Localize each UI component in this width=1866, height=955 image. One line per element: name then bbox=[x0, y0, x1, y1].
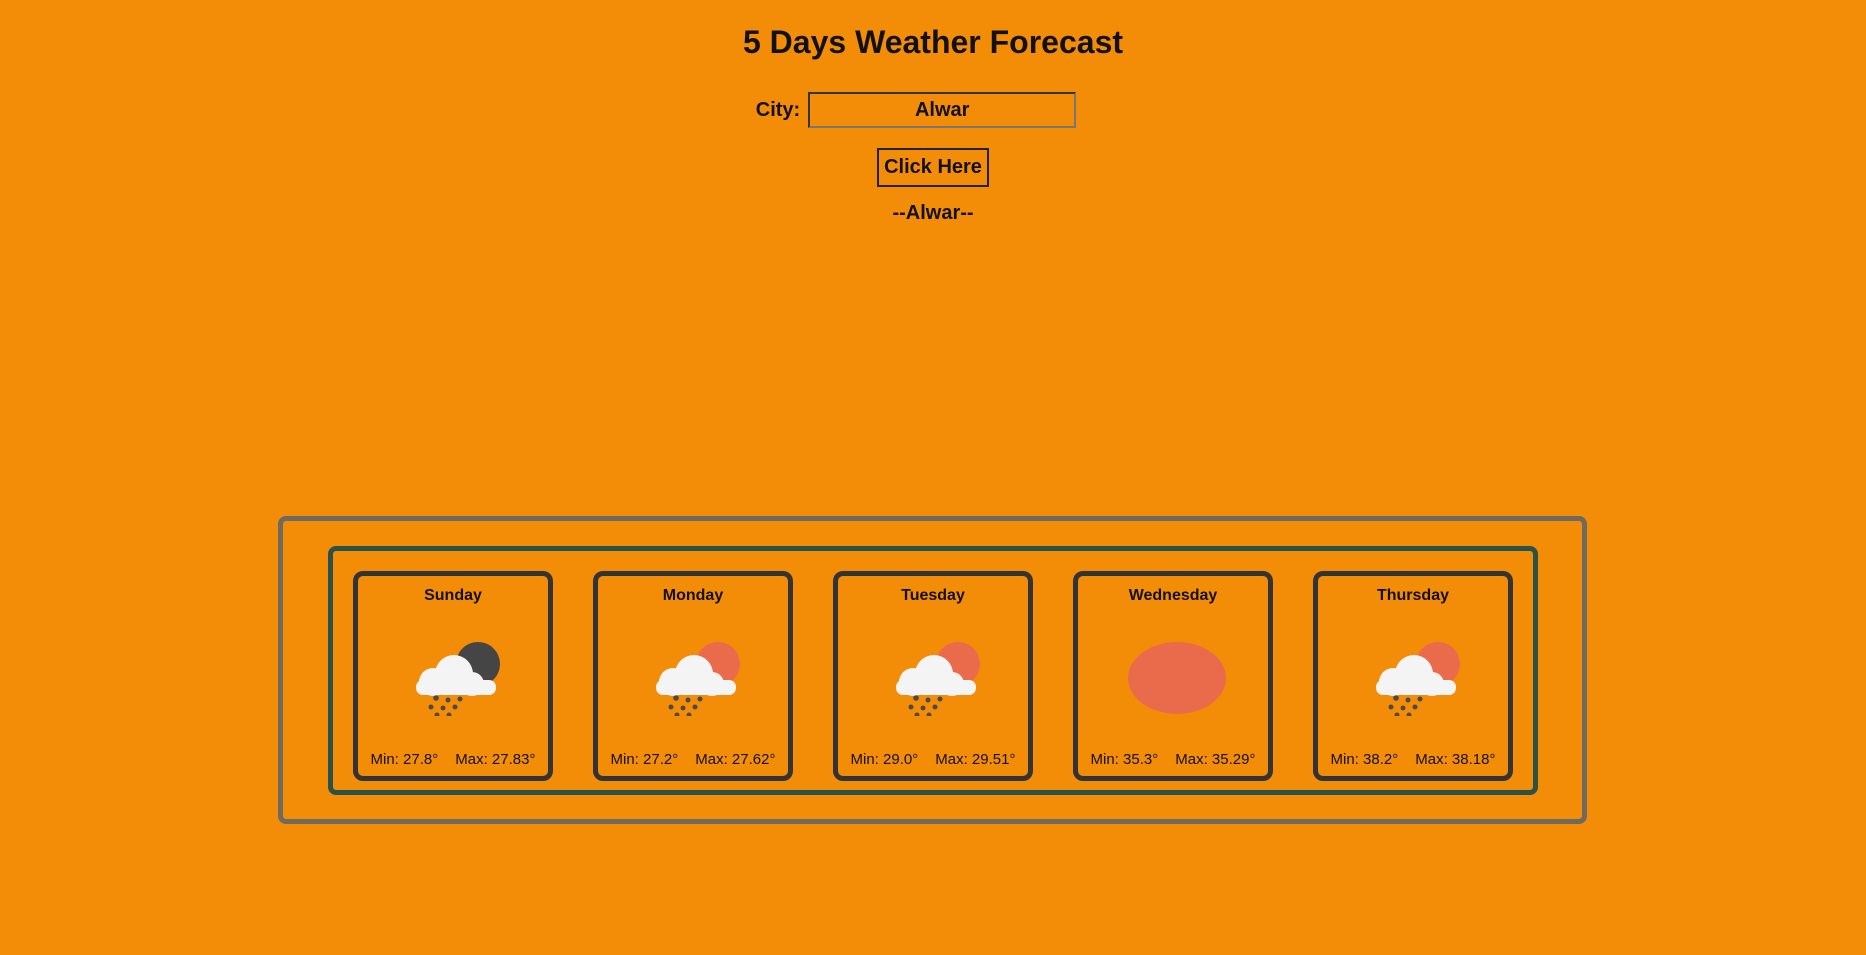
max-temp: Max: 29.51° bbox=[935, 751, 1016, 768]
temperature-row: Min: 27.8° Max: 27.83° bbox=[358, 751, 548, 768]
temperature-row: Min: 29.0° Max: 29.51° bbox=[838, 751, 1028, 768]
page-title: 5 Days Weather Forecast bbox=[742, 24, 1124, 60]
city-input[interactable] bbox=[808, 92, 1077, 128]
min-temp: Min: 29.0° bbox=[850, 751, 919, 768]
submit-button[interactable]: Click Here bbox=[877, 148, 989, 187]
day-label: Thursday bbox=[1376, 587, 1449, 604]
forecast-card-wednesday: Wednesday Min: 35.3° Max: 35.29° bbox=[1073, 571, 1273, 781]
day-label: Wednesday bbox=[1128, 587, 1218, 604]
sun-cloud-rain-icon bbox=[1376, 642, 1460, 716]
max-temp: Max: 27.62° bbox=[695, 751, 776, 768]
sun-cloud-rain-icon bbox=[896, 642, 980, 716]
min-temp: Min: 27.8° bbox=[370, 751, 439, 768]
day-label: Sunday bbox=[424, 587, 482, 604]
temperature-row: Min: 27.2° Max: 27.62° bbox=[598, 751, 788, 768]
city-name-heading: --Alwar-- bbox=[892, 202, 974, 224]
forecast-card-monday: Monday Min: 27.2° Max: 27.62° bbox=[593, 571, 793, 781]
max-temp: Max: 27.83° bbox=[455, 751, 536, 768]
day-label: Tuesday bbox=[901, 587, 965, 604]
city-search-row: City: bbox=[0, 92, 1866, 128]
city-label: City: bbox=[755, 98, 801, 121]
button-row: Click Here bbox=[0, 148, 1866, 187]
temperature-row: Min: 38.2° Max: 38.18° bbox=[1318, 751, 1508, 768]
forecast-card-sunday: Sunday Min: 27.8° Max: 27.83° bbox=[353, 571, 553, 781]
forecast-card-tuesday: Tuesday Min: 29.0° Max: 29.51° bbox=[833, 571, 1033, 781]
sun-cloud-rain-icon bbox=[656, 642, 740, 716]
day-label: Monday bbox=[662, 587, 724, 604]
forecast-card-thursday: Thursday Min: 38.2° Max: 38.18° bbox=[1313, 571, 1513, 781]
max-temp: Max: 35.29° bbox=[1175, 751, 1256, 768]
night-cloud-rain-icon bbox=[416, 642, 500, 716]
min-temp: Min: 35.3° bbox=[1090, 751, 1159, 768]
min-temp: Min: 27.2° bbox=[610, 751, 679, 768]
temperature-row: Min: 35.3° Max: 35.29° bbox=[1078, 751, 1268, 768]
max-temp: Max: 38.18° bbox=[1415, 751, 1496, 768]
min-temp: Min: 38.2° bbox=[1330, 751, 1399, 768]
sun-icon bbox=[1128, 642, 1226, 714]
